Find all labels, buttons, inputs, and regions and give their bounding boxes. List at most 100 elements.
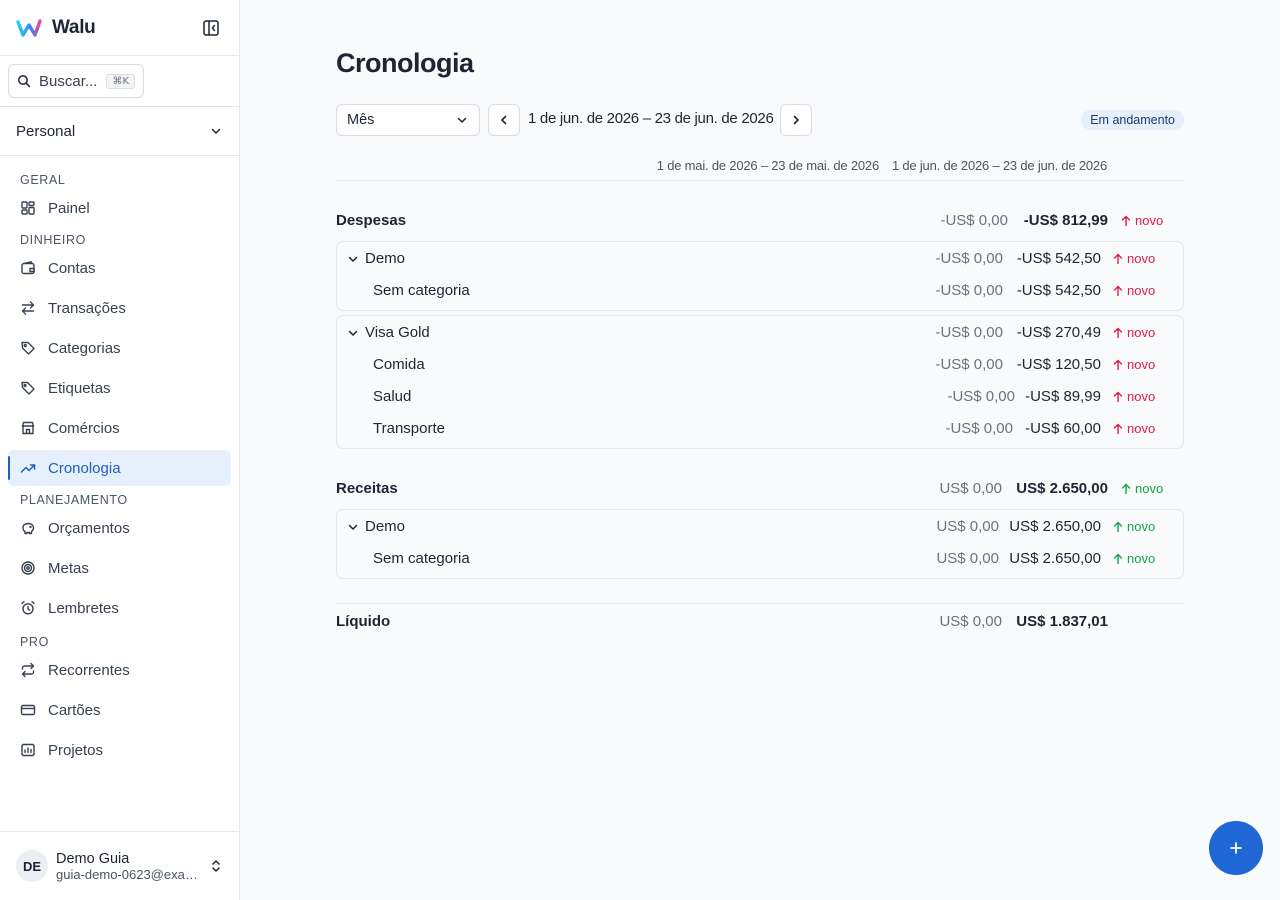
sidebar-item-metas[interactable]: Metas (8, 550, 231, 586)
trend-label: novo (1127, 551, 1156, 566)
credit-card-icon (20, 704, 36, 716)
trend-badge: novo (1112, 325, 1155, 340)
user-email: guia-demo-0623@example.com (56, 866, 198, 882)
sidebar-item-label: Painel (48, 199, 90, 217)
brand-name: Walu (52, 16, 96, 38)
tag-icon (21, 341, 35, 355)
arrow-up-icon (1113, 285, 1123, 296)
sidebar-item-cronologia[interactable]: Cronologia (8, 450, 231, 486)
current-value: -US$ 120,50 (1016, 356, 1101, 373)
section-label: Receitas (336, 480, 398, 497)
net-divider (336, 603, 1184, 604)
category-label: Sem categoria (373, 282, 470, 299)
net-total-row: Líquido US$ 0,00 US$ 1.837,01 (336, 606, 1184, 638)
category-row[interactable]: Transporte -US$ 0,00 -US$ 60,00 novo (337, 413, 1185, 445)
sidebar-item-label: Metas (48, 559, 89, 577)
arrow-up-icon (1113, 423, 1123, 434)
previous-value: -US$ 0,00 (935, 324, 1003, 341)
trend-label: novo (1127, 251, 1156, 266)
sidebar-item-label: Transações (48, 299, 126, 317)
trend-badge: novo (1112, 519, 1155, 534)
sidebar-item-contas[interactable]: Contas (8, 250, 231, 286)
period-select-value: Mês (347, 112, 375, 128)
user-name: Demo Guia (56, 850, 130, 867)
sidebar-nav: GERAL Painel DINHEIRO Contas Transações (0, 156, 239, 768)
sidebar-item-transacoes[interactable]: Transações (8, 290, 231, 326)
group-header-row[interactable]: Visa Gold -US$ 0,00 -US$ 270,49 novo (337, 317, 1185, 349)
arrow-up-icon (1113, 327, 1123, 338)
trend-label: novo (1127, 357, 1156, 372)
sidebar-item-projetos[interactable]: Projetos (8, 732, 231, 768)
category-label: Transporte (373, 420, 445, 437)
add-transaction-button[interactable] (1209, 821, 1263, 875)
chevron-left-icon (501, 115, 507, 125)
sidebar-item-label: Orçamentos (48, 519, 130, 537)
sidebar-item-painel[interactable]: Painel (8, 190, 231, 226)
sidebar-collapse-icon[interactable] (202, 19, 220, 37)
trend-label: novo (1127, 389, 1156, 404)
target-icon (21, 561, 35, 575)
sidebar-item-lembretes[interactable]: Lembretes (8, 590, 231, 626)
arrow-up-icon (1113, 359, 1123, 370)
previous-value: -US$ 0,00 (935, 250, 1003, 267)
label-icon (21, 381, 35, 395)
chevron-down-icon (457, 117, 467, 123)
category-label: Salud (373, 388, 412, 405)
previous-value: -US$ 0,00 (940, 212, 1008, 229)
current-value: -US$ 60,00 (1025, 420, 1101, 437)
sidebar-item-comercios[interactable]: Comércios (8, 410, 231, 446)
dashboard-icon (21, 201, 35, 215)
trend-label: novo (1127, 421, 1156, 436)
trend-label: novo (1135, 213, 1164, 228)
trend-label: novo (1127, 325, 1156, 340)
arrow-up-icon (1113, 253, 1123, 264)
category-row[interactable]: Sem categoria US$ 0,00 US$ 2.650,00 novo (337, 543, 1185, 575)
period-select[interactable]: Mês (336, 104, 480, 136)
category-row[interactable]: Comida -US$ 0,00 -US$ 120,50 novo (337, 349, 1185, 381)
sidebar-item-cartoes[interactable]: Cartões (8, 692, 231, 728)
sidebar-item-etiquetas[interactable]: Etiquetas (8, 370, 231, 406)
column-header-previous: 1 de mai. de 2026 – 23 de mai. de 2026 (656, 158, 879, 173)
expenses-total-row: Despesas -US$ 0,00 -US$ 812,99 novo (336, 205, 1184, 237)
income-total-row: Receitas US$ 0,00 US$ 2.650,00 novo (336, 473, 1184, 505)
previous-value: -US$ 0,00 (935, 282, 1003, 299)
current-value: -US$ 542,50 (1016, 250, 1101, 267)
sidebar-item-categorias[interactable]: Categorias (8, 330, 231, 366)
chevron-down-icon[interactable] (347, 327, 359, 339)
next-period-button[interactable] (780, 104, 812, 136)
category-row[interactable]: Sem categoria -US$ 0,00 -US$ 542,50 novo (337, 275, 1185, 307)
arrow-up-icon (1121, 215, 1131, 226)
trend-badge: novo (1112, 389, 1155, 404)
trend-label: novo (1127, 283, 1156, 298)
trend-badge: novo (1112, 357, 1155, 372)
group-header-row[interactable]: Demo US$ 0,00 US$ 2.650,00 novo (337, 511, 1185, 543)
user-menu[interactable]: DE Demo Guia guia-demo-0623@example.com (0, 831, 239, 900)
search-input[interactable]: Buscar... ⌘K (8, 64, 144, 98)
walu-logo-icon (16, 18, 42, 37)
previous-period-button[interactable] (488, 104, 520, 136)
plus-icon (1230, 842, 1242, 854)
sidebar-item-label: Etiquetas (48, 379, 111, 397)
current-value: US$ 2.650,00 (1009, 550, 1101, 567)
category-row[interactable]: Salud -US$ 0,00 -US$ 89,99 novo (337, 381, 1185, 413)
nav-section-dinheiro: DINHEIRO (20, 233, 86, 247)
wallet-icon (21, 260, 35, 275)
workspace-switcher[interactable]: Personal (0, 107, 239, 156)
expense-group-demo: Demo -US$ 0,00 -US$ 542,50 novo Sem cate… (336, 241, 1184, 311)
page-title: Cronologia (336, 48, 474, 78)
chevron-down-icon (211, 128, 221, 134)
sidebar-item-label: Cronologia (48, 459, 121, 477)
piggy-bank-icon (22, 522, 35, 535)
group-label: Visa Gold (365, 324, 430, 341)
repeat-icon (21, 662, 35, 678)
chevron-down-icon[interactable] (347, 521, 359, 533)
store-icon (21, 421, 35, 435)
section-label: Líquido (336, 613, 391, 630)
previous-value: US$ 0,00 (936, 518, 999, 535)
sidebar-item-recorrentes[interactable]: Recorrentes (8, 652, 231, 688)
sidebar-item-orcamentos[interactable]: Orçamentos (8, 510, 231, 546)
group-header-row[interactable]: Demo -US$ 0,00 -US$ 542,50 novo (337, 243, 1185, 275)
chevron-down-icon[interactable] (347, 253, 359, 265)
avatar: DE (16, 850, 48, 882)
arrow-up-icon (1113, 521, 1123, 532)
